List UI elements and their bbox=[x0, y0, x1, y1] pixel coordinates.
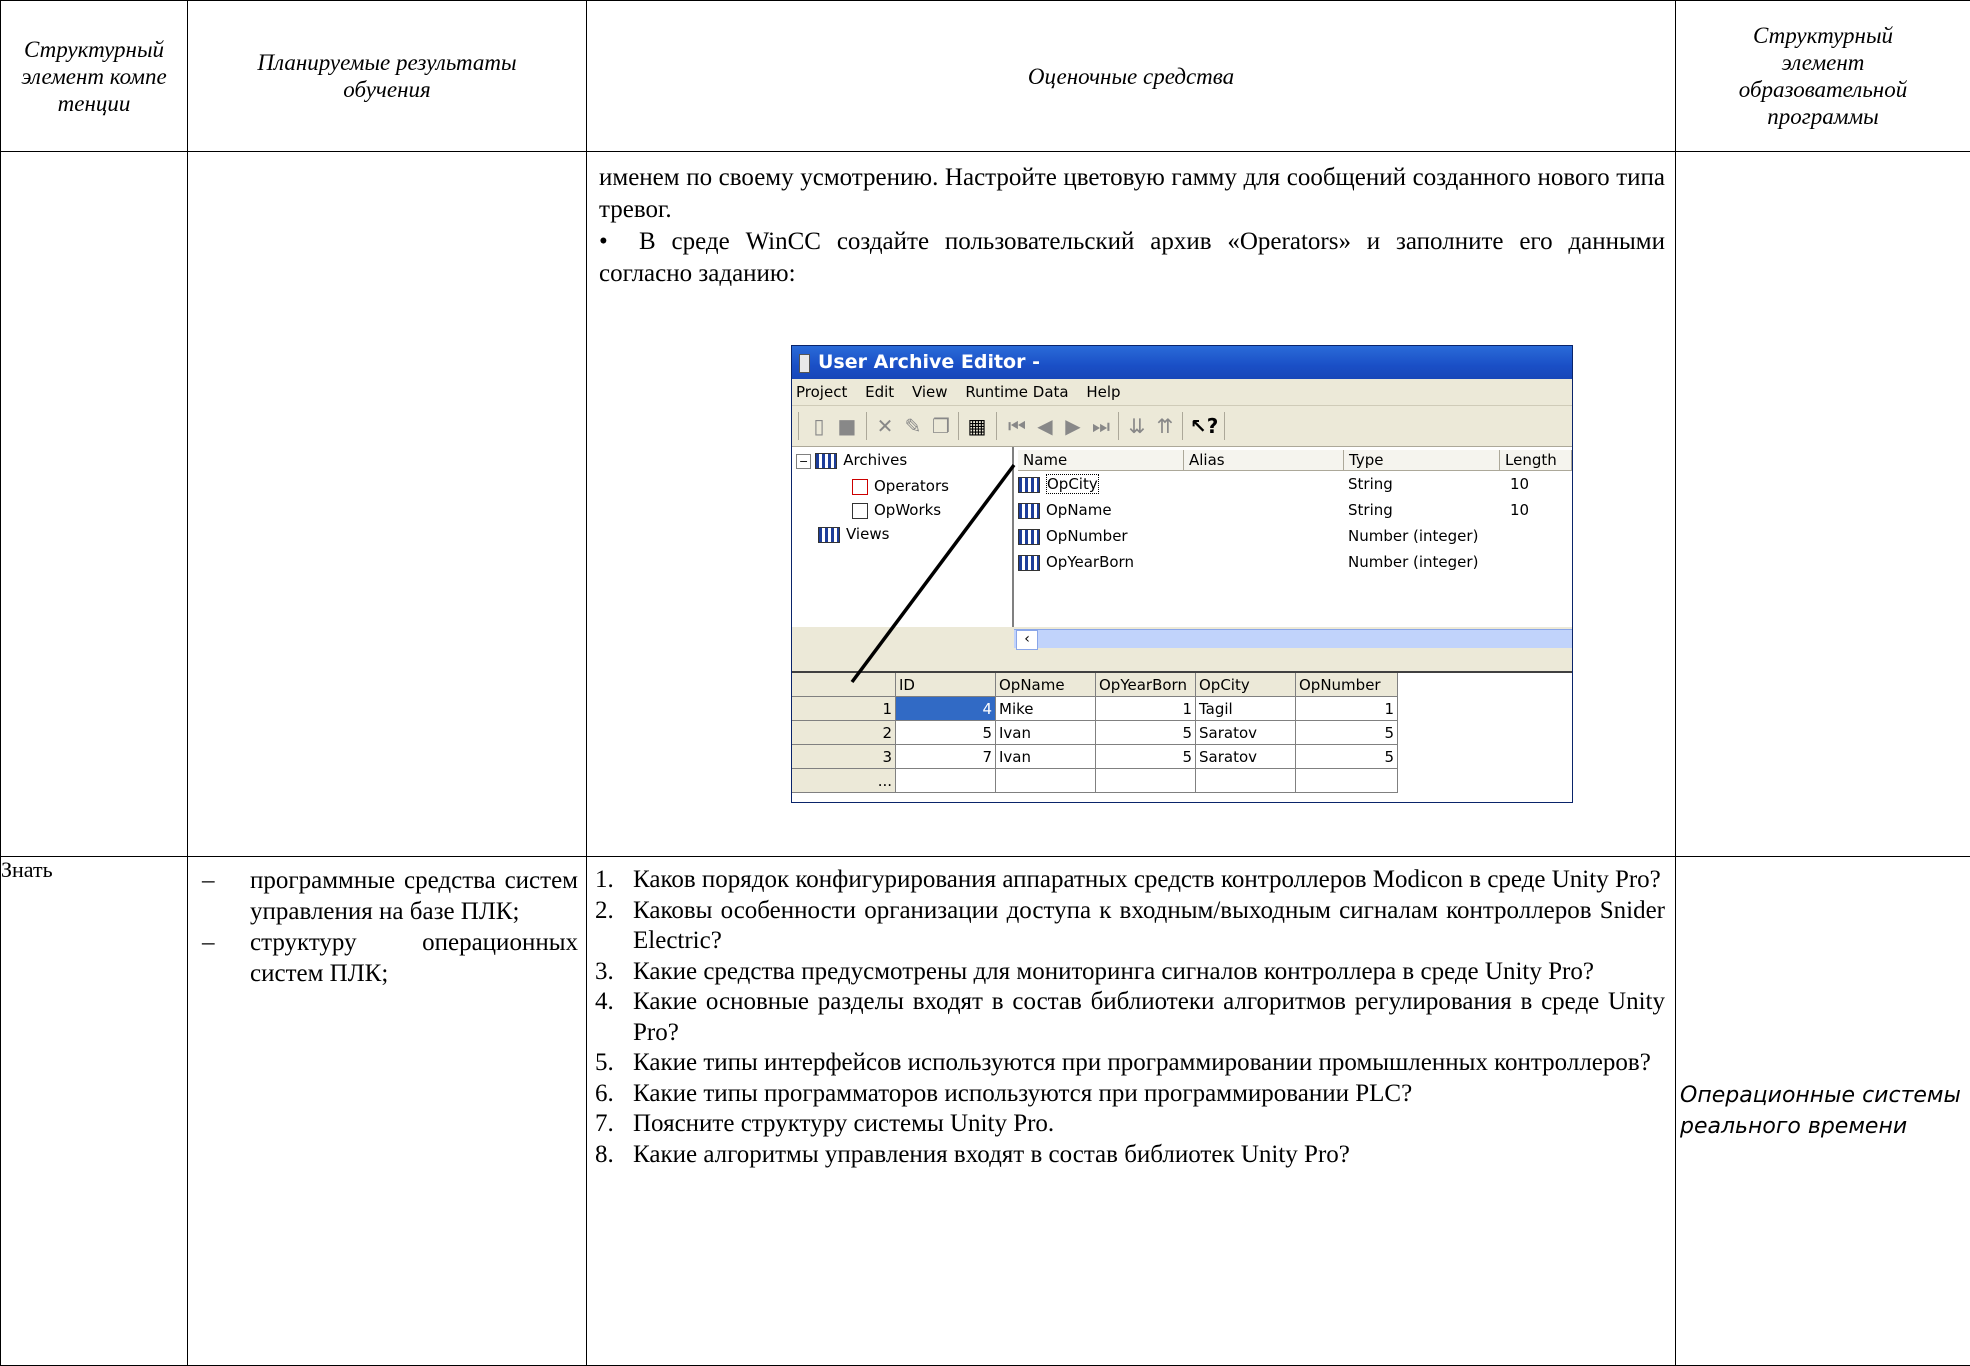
header-program-element: Структурный элемент образовательной прог… bbox=[1676, 1, 1970, 152]
list-item: – программные средства систем управления … bbox=[202, 865, 578, 927]
bullet-icon: • bbox=[599, 226, 639, 258]
list-item: 4. Какие основные разделы входят в состав… bbox=[595, 987, 1665, 1048]
question-text: Каков порядок конфигурирования аппаратны… bbox=[633, 866, 1661, 893]
question-number: 5. bbox=[595, 1048, 614, 1079]
question-text: Каковы особенности организации доступа к… bbox=[633, 897, 1665, 955]
list-item: 2. Каковы особенности организации доступа… bbox=[595, 896, 1665, 957]
task-bullet-text: В среде WinCC создайте пользовательский … bbox=[599, 228, 1665, 287]
question-text: Какие основные разделы входят в состав б… bbox=[633, 988, 1665, 1046]
list-item: 5. Какие типы интерфейсов используются пр… bbox=[595, 1048, 1665, 1079]
question-text: Какие алгоритмы управления входят в сост… bbox=[633, 1141, 1350, 1168]
know-questions-cell: 1. Каков порядок конфигурирования аппарат… bbox=[587, 857, 1676, 1366]
pointer-line bbox=[852, 465, 1014, 682]
list-item: – структуру операционных систем ПЛК; bbox=[202, 927, 578, 989]
question-text: Какие типы программаторов используются п… bbox=[633, 1080, 1412, 1107]
question-number: 7. bbox=[595, 1109, 614, 1140]
header-competence-element: Структурный элемент компетенции bbox=[1, 1, 188, 152]
task-bullet-paragraph: •В среде WinCC создайте пользовательский… bbox=[599, 226, 1665, 290]
list-item: 7. Поясните структуру системы Unity Pro. bbox=[595, 1109, 1665, 1140]
question-number: 2. bbox=[595, 896, 614, 927]
know-element-cell: Знать bbox=[1, 857, 188, 1366]
list-item: 3. Какие средства предусмотрены для монит… bbox=[595, 957, 1665, 988]
outcome-text: структуру операционных систем ПЛК; bbox=[250, 929, 578, 987]
question-text: Поясните структуру системы Unity Pro. bbox=[633, 1110, 1054, 1137]
user-archive-editor-screenshot: User Archive Editor - Project Edit View … bbox=[791, 345, 1573, 803]
know-label: Знать bbox=[1, 857, 187, 883]
question-text: Какие средства предусмотрены для монитор… bbox=[633, 958, 1594, 985]
header-learning-outcomes: Планируемые результаты обучения bbox=[188, 1, 587, 152]
know-program-cell: Операционные системы реального времени bbox=[1676, 857, 1970, 1366]
header-assessment-tools: Оценочные средства bbox=[587, 1, 1676, 152]
question-number: 6. bbox=[595, 1079, 614, 1110]
dash-icon: – bbox=[202, 865, 215, 896]
list-item: 6. Какие типы программаторов используются… bbox=[595, 1079, 1665, 1110]
dash-icon: – bbox=[202, 927, 215, 958]
row-task-element-cell bbox=[1, 152, 188, 857]
questions-list: 1. Каков порядок конфигурирования аппарат… bbox=[595, 865, 1665, 1170]
question-text: Какие типы интерфейсов используются при … bbox=[633, 1049, 1651, 1076]
outcomes-list: – программные средства систем управления … bbox=[202, 865, 578, 989]
task-paragraph: именем по своему усмотрению. Настройте ц… bbox=[599, 162, 1665, 226]
row-task-program-cell bbox=[1676, 152, 1970, 857]
row-task-outcomes-cell bbox=[188, 152, 587, 857]
question-number: 1. bbox=[595, 865, 614, 896]
know-outcomes-cell: – программные средства систем управления … bbox=[188, 857, 587, 1366]
outcome-text: программные средства систем управления н… bbox=[250, 867, 578, 925]
header-row: Структурный элемент компетенции Планируе… bbox=[1, 1, 1970, 152]
list-item: 1. Каков порядок конфигурирования аппарат… bbox=[595, 865, 1665, 896]
list-item: 8. Какие алгоритмы управления входят в со… bbox=[595, 1140, 1665, 1171]
program-element-label: Операционные системы реального времени bbox=[1676, 1080, 1970, 1142]
pointer-arrow bbox=[792, 346, 1572, 802]
question-number: 8. bbox=[595, 1140, 614, 1171]
question-number: 3. bbox=[595, 957, 614, 988]
row-know: Знать – программные средства систем управ… bbox=[1, 857, 1970, 1366]
question-number: 4. bbox=[595, 987, 614, 1018]
